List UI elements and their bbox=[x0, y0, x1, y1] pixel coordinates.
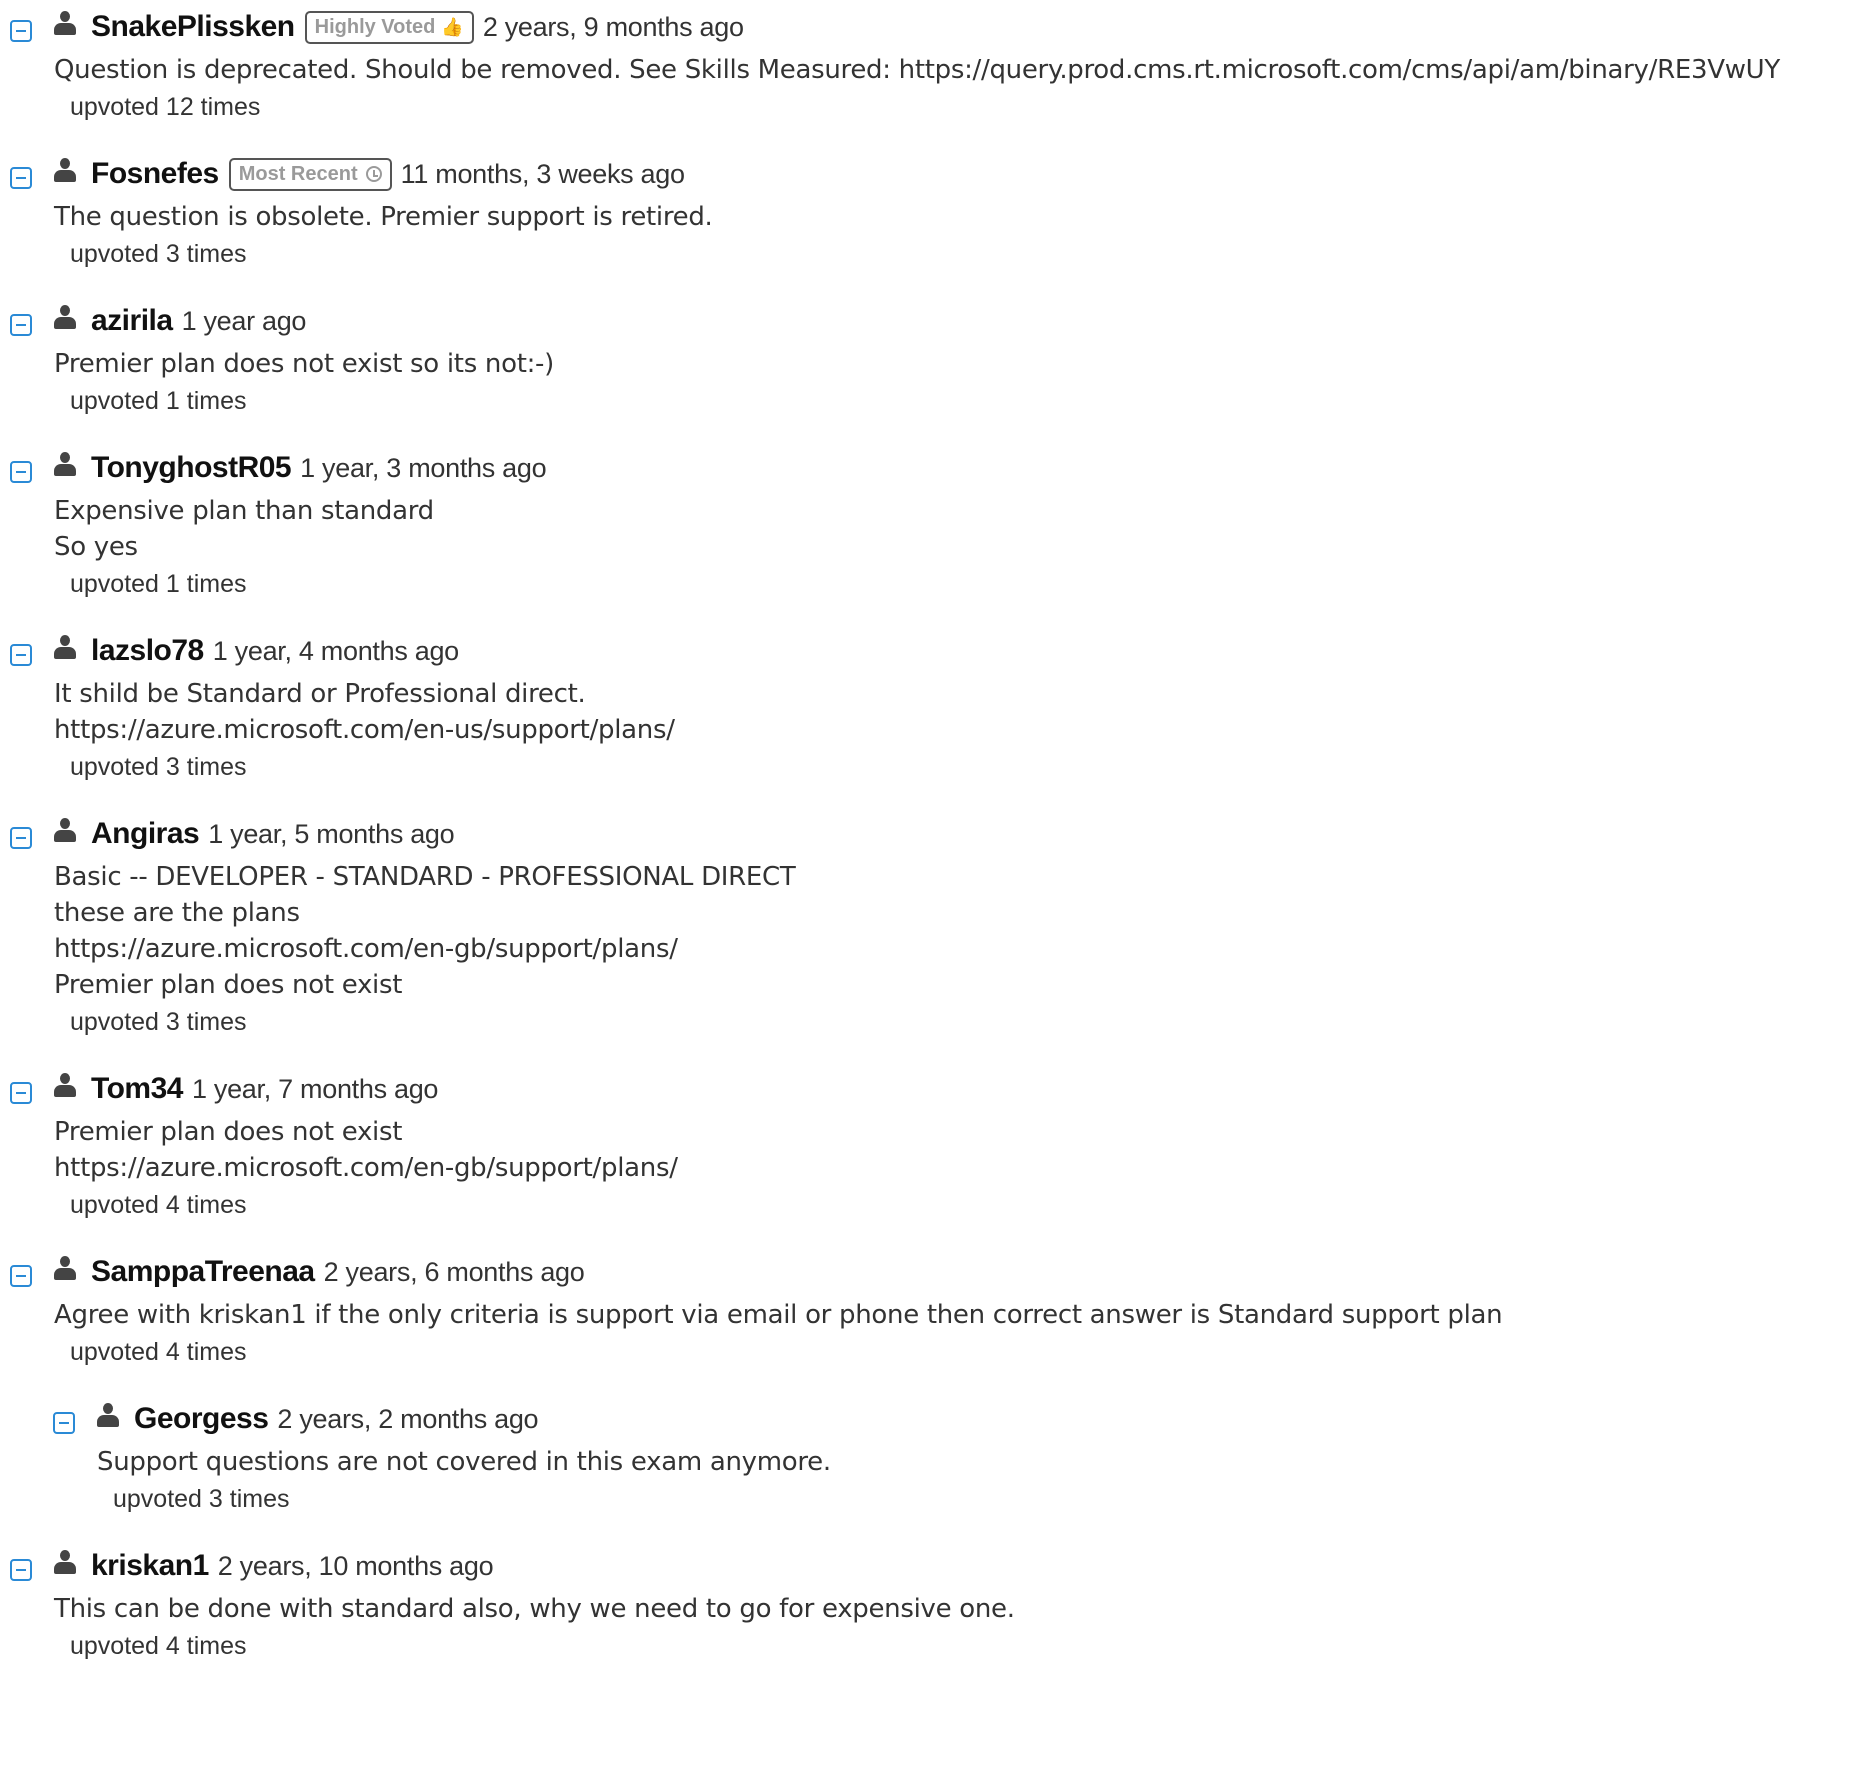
comment-text: Basic -- DEVELOPER - STANDARD - PROFESSI… bbox=[54, 862, 796, 1000]
comment-header: kriskan1 2 years, 10 months ago bbox=[54, 1539, 1857, 1589]
comment-username[interactable]: Fosnefes bbox=[91, 157, 219, 191]
most-recent-badge: Most Recent bbox=[228, 157, 392, 191]
comment-text: Agree with kriskan1 if the only criteria… bbox=[54, 1300, 1503, 1330]
comment: SnakePlissken Highly Voted 👍 2 years, 9 … bbox=[0, 0, 1857, 122]
collapse-toggle-icon[interactable] bbox=[10, 20, 32, 42]
comment: TonyghostR05 1 year, 3 months ago Expens… bbox=[0, 441, 1857, 599]
upvote-count: upvoted 3 times bbox=[113, 1485, 290, 1513]
user-icon bbox=[54, 1550, 76, 1574]
badge-label: Most Recent bbox=[238, 162, 358, 185]
comment-text: Premier plan does not exist https://azur… bbox=[54, 1117, 678, 1183]
comment-text: Premier plan does not exist so its not:-… bbox=[54, 349, 554, 379]
upvote-count: upvoted 1 times bbox=[70, 387, 247, 415]
comment-header: TonyghostR05 1 year, 3 months ago bbox=[54, 441, 1857, 491]
comment-text: It shild be Standard or Professional dir… bbox=[54, 679, 675, 745]
comment-username[interactable]: lazslo78 bbox=[91, 634, 204, 668]
user-icon bbox=[54, 1073, 76, 1097]
user-icon bbox=[97, 1403, 119, 1427]
comment-header: Tom34 1 year, 7 months ago bbox=[54, 1062, 1857, 1112]
comment-time: 1 year, 4 months ago bbox=[212, 635, 459, 666]
comment: Fosnefes Most Recent 11 months, 3 weeks … bbox=[0, 147, 1857, 269]
comment-time: 1 year, 3 months ago bbox=[300, 452, 547, 483]
user-icon bbox=[54, 452, 76, 476]
reply-comment: Georgess 2 years, 2 months ago Support q… bbox=[43, 1392, 1857, 1514]
upvote-count: upvoted 3 times bbox=[70, 1008, 247, 1036]
comment-username[interactable]: TonyghostR05 bbox=[91, 451, 292, 485]
comment-header: Angiras 1 year, 5 months ago bbox=[54, 807, 1857, 857]
user-icon bbox=[54, 158, 76, 182]
upvote-count: upvoted 3 times bbox=[70, 240, 247, 268]
comment-time: 2 years, 10 months ago bbox=[217, 1550, 494, 1581]
comment-text: The question is obsolete. Premier suppor… bbox=[54, 202, 713, 232]
upvote-count: upvoted 1 times bbox=[70, 570, 247, 598]
comment-time: 2 years, 6 months ago bbox=[323, 1256, 585, 1287]
comment-time: 2 years, 9 months ago bbox=[482, 11, 744, 42]
upvote-count: upvoted 4 times bbox=[70, 1632, 247, 1660]
user-icon bbox=[54, 818, 76, 842]
upvote-count: upvoted 4 times bbox=[70, 1338, 247, 1366]
comment-username[interactable]: kriskan1 bbox=[91, 1549, 209, 1583]
badge-label: Highly Voted bbox=[314, 15, 436, 38]
clock-icon bbox=[365, 166, 382, 182]
comment-time: 1 year, 5 months ago bbox=[208, 818, 455, 849]
user-icon bbox=[54, 1256, 76, 1280]
comment-header: Georgess 2 years, 2 months ago bbox=[97, 1392, 1857, 1442]
comment: Angiras 1 year, 5 months ago Basic -- DE… bbox=[0, 807, 1857, 1037]
comment-time: 2 years, 2 months ago bbox=[277, 1403, 539, 1434]
comment-header: Fosnefes Most Recent 11 months, 3 weeks … bbox=[54, 147, 1857, 197]
upvote-count: upvoted 12 times bbox=[70, 93, 261, 121]
thumbs-up-icon: 👍 bbox=[441, 16, 464, 37]
comment-list: SnakePlissken Highly Voted 👍 2 years, 9 … bbox=[0, 0, 1857, 1686]
upvote-count: upvoted 4 times bbox=[70, 1191, 247, 1219]
comment: kriskan1 2 years, 10 months ago This can… bbox=[0, 1539, 1857, 1661]
comment-header: SamppaTreenaa 2 years, 6 months ago bbox=[54, 1245, 1857, 1295]
user-icon bbox=[54, 635, 76, 659]
comment: SamppaTreenaa 2 years, 6 months ago Agre… bbox=[0, 1245, 1857, 1367]
comment-text: Expensive plan than standard So yes bbox=[54, 496, 434, 562]
upvote-count: upvoted 3 times bbox=[70, 753, 247, 781]
comment-text: Question is deprecated. Should be remove… bbox=[54, 55, 1780, 85]
comment-header: lazslo78 1 year, 4 months ago bbox=[54, 624, 1857, 674]
comment-username[interactable]: azirila bbox=[91, 304, 173, 338]
comment-header: SnakePlissken Highly Voted 👍 2 years, 9 … bbox=[54, 0, 1857, 50]
comment-username[interactable]: SamppaTreenaa bbox=[91, 1255, 315, 1289]
collapse-toggle-icon[interactable] bbox=[10, 644, 32, 666]
collapse-toggle-icon[interactable] bbox=[53, 1412, 75, 1434]
collapse-toggle-icon[interactable] bbox=[10, 167, 32, 189]
comment-time: 1 year, 7 months ago bbox=[191, 1073, 439, 1104]
collapse-toggle-icon[interactable] bbox=[10, 1265, 32, 1287]
comment: lazslo78 1 year, 4 months ago It shild b… bbox=[0, 624, 1857, 782]
comment-username[interactable]: Angiras bbox=[91, 817, 200, 851]
comment-text: This can be done with standard also, why… bbox=[54, 1594, 1015, 1624]
collapse-toggle-icon[interactable] bbox=[10, 1082, 32, 1104]
comment: Tom34 1 year, 7 months ago Premier plan … bbox=[0, 1062, 1857, 1220]
comment-username[interactable]: SnakePlissken bbox=[91, 10, 295, 44]
comment-time: 1 year ago bbox=[181, 305, 307, 336]
comment-username[interactable]: Tom34 bbox=[91, 1072, 183, 1106]
comment-time: 11 months, 3 weeks ago bbox=[400, 158, 685, 189]
collapse-toggle-icon[interactable] bbox=[10, 1559, 32, 1581]
comment-username[interactable]: Georgess bbox=[134, 1402, 269, 1436]
highly-voted-badge: Highly Voted 👍 bbox=[304, 10, 474, 44]
comment-header: azirila 1 year ago bbox=[54, 294, 1857, 344]
collapse-toggle-icon[interactable] bbox=[10, 827, 32, 849]
user-icon bbox=[54, 305, 76, 329]
user-icon bbox=[54, 11, 76, 35]
collapse-toggle-icon[interactable] bbox=[10, 461, 32, 483]
collapse-toggle-icon[interactable] bbox=[10, 314, 32, 336]
comment-text: Support questions are not covered in thi… bbox=[97, 1447, 831, 1477]
comment: azirila 1 year ago Premier plan does not… bbox=[0, 294, 1857, 416]
